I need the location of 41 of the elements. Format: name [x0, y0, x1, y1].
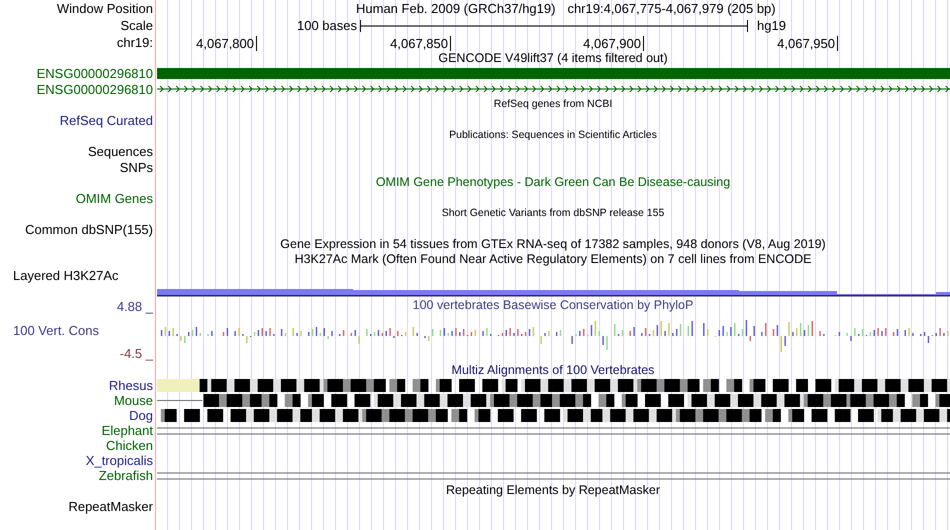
track-label[interactable]: Sequences [88, 144, 153, 158]
gene-block[interactable] [157, 68, 950, 79]
species-label[interactable]: Elephant [102, 424, 153, 437]
scale-label: Scale [120, 18, 153, 33]
gene-label[interactable]: ENSG00000296810 [36, 67, 153, 80]
track-label[interactable]: Common dbSNP(155) [25, 222, 153, 236]
species-label[interactable]: Mouse [114, 394, 153, 407]
track-title: Gene Expression in 54 tissues from GTEx RNA-seq of 17382 samples, 948 donors (V8, Aug 2019) [280, 238, 826, 251]
gene-label[interactable]: ENSG00000296810 [36, 82, 153, 96]
ruler-tick: 4,067,950 [777, 36, 838, 51]
ruler-tick: 4,067,850 [390, 36, 451, 51]
axis-max-label: 4.88 _ [116, 299, 153, 314]
track-title: GENCODE V49lift37 (4 items filtered out) [438, 52, 668, 65]
position-text: chr19:4,067,775-4,067,979 (205 bp) [567, 1, 776, 16]
track-label[interactable]: OMIM Genes [76, 192, 153, 204]
species-label[interactable]: Dog [129, 409, 153, 422]
ruler-tick: 4,067,800 [196, 36, 257, 51]
ruler-tick: 4,067,900 [583, 36, 644, 51]
track-title: RefSeq genes from NCBI [494, 99, 612, 110]
species-label[interactable]: Zebrafish [98, 469, 153, 482]
track-title: Multiz Alignments of 100 Vertebrates [452, 364, 654, 377]
track-label[interactable]: RefSeq Curated [60, 114, 153, 126]
window-position-label: Window Position [56, 1, 153, 16]
chrom-label: chr19: [116, 35, 153, 50]
track-label[interactable]: Layered H3K27Ac [13, 268, 119, 282]
scale-db-label: hg19 [757, 18, 786, 33]
track-label[interactable]: SNPs [120, 160, 153, 174]
track-label[interactable]: 100 Vert. Cons [13, 322, 153, 338]
track-title: 100 vertebrates Basewise Conservation by PhyloP [412, 299, 694, 312]
species-label[interactable]: X_tropicalis [86, 454, 153, 467]
track-title: H3K27Ac Mark (Often Found Near Active Regulatory Elements) on 7 cell lines from ENCODE [294, 253, 812, 266]
species-label[interactable]: Rhesus [108, 379, 153, 392]
track-title: Publications: Sequences in Scientific Articles [449, 130, 657, 141]
species-label[interactable]: Chicken [106, 439, 153, 452]
track-title: Repeating Elements by RepeatMasker [446, 484, 660, 497]
axis-min-label: -4.5 _ [120, 346, 153, 361]
track-title: OMIM Gene Phenotypes - Dark Green Can Be Disease-causing [376, 176, 730, 189]
scale-text: 100 bases [297, 18, 357, 33]
track-label[interactable]: RepeatMasker [68, 500, 153, 512]
assembly-title: Human Feb. 2009 (GRCh37/hg19) [356, 1, 556, 16]
track-title: Short Genetic Variants from dbSNP release 155 [442, 208, 664, 219]
